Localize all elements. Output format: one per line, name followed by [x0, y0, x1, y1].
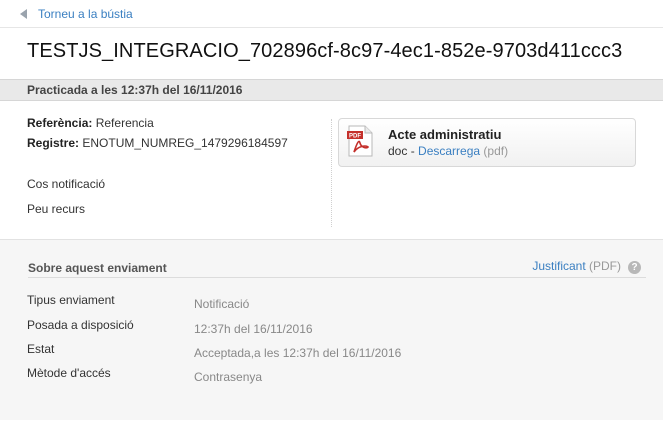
practicada-band: Practicada a les 12:37h del 16/11/2016 — [0, 79, 663, 101]
justificant-format: (PDF) — [585, 259, 621, 273]
registre-field: Registre: ENOTUM_NUMREG_1479296184597 — [27, 136, 288, 150]
metode-acces-value: Contrasenya — [194, 370, 263, 384]
registre-value: ENOTUM_NUMREG_1479296184597 — [82, 136, 288, 150]
document-title: Acte administratiu — [388, 127, 502, 142]
tipus-enviament-value: Notificació — [194, 297, 250, 311]
metode-acces-label: Mètode d'accés — [27, 366, 111, 380]
document-format: (pdf) — [480, 144, 509, 158]
posada-disposicio-label: Posada a disposició — [27, 318, 134, 332]
referencia-field: Referència: Referencia — [27, 116, 154, 130]
back-to-inbox-link[interactable]: Torneu a la bústia — [20, 7, 133, 21]
document-separator: - — [407, 144, 419, 158]
back-arrow-icon — [20, 9, 27, 19]
enviament-section: Sobre aquest enviament Justificant (PDF)… — [0, 240, 663, 420]
document-card[interactable]: PDF Acte administratiu doc - Descarrega … — [338, 118, 636, 167]
posada-disposicio-value: 12:37h del 16/11/2016 — [194, 322, 313, 336]
estat-label: Estat — [27, 342, 55, 356]
pdf-file-icon: PDF — [347, 125, 373, 157]
tipus-enviament-label: Tipus enviament — [27, 293, 115, 307]
estat-value: Acceptada,a les 12:37h del 16/11/2016 — [194, 346, 402, 360]
peu-recurs-link[interactable]: Peu recurs — [27, 202, 85, 216]
column-divider — [331, 119, 332, 227]
document-subline: doc - Descarrega (pdf) — [388, 144, 508, 158]
justificant-label: Justificant — [532, 259, 586, 273]
practicada-text: Practicada a les 12:37h del 16/11/2016 — [27, 83, 243, 97]
document-type: doc — [388, 144, 408, 158]
heading-divider — [28, 277, 646, 278]
referencia-value: Referencia — [95, 116, 154, 130]
notification-title: TESTJS_INTEGRACIO_702896cf-8c97-4ec1-852… — [27, 40, 623, 62]
back-link-label: Torneu a la bústia — [38, 7, 133, 21]
download-link[interactable]: Descarrega — [418, 144, 480, 158]
referencia-label: Referència: — [27, 116, 93, 130]
justificant-link[interactable]: Justificant (PDF) — [532, 259, 621, 273]
help-icon[interactable]: ? — [628, 261, 641, 274]
top-navigation-bar: Torneu a la bústia — [0, 0, 663, 28]
svg-text:PDF: PDF — [349, 134, 361, 140]
registre-label: Registre: — [27, 136, 80, 150]
cos-notificacio-link[interactable]: Cos notificació — [27, 177, 105, 191]
enviament-heading: Sobre aquest enviament — [28, 261, 167, 275]
